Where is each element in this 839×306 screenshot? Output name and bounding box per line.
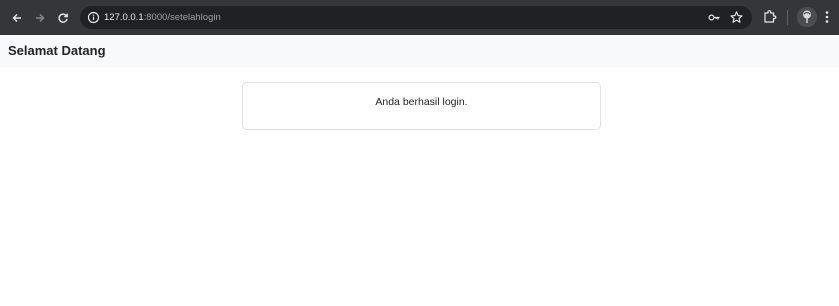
navbar-brand[interactable]: Selamat Datang [8,43,106,59]
profile-icon [797,7,817,27]
toolbar-divider [787,10,788,25]
avatar[interactable] [797,7,817,27]
address-bar[interactable]: 127.0.0.1:8000/setelahlogin [80,6,752,29]
url-text[interactable]: 127.0.0.1:8000/setelahlogin [104,11,221,24]
arrow-left-icon [12,14,21,22]
star-icon[interactable] [729,10,744,25]
reload-icon [58,13,68,23]
message-card: Anda berhasil login. [242,82,601,130]
navbar: Selamat Datang [0,35,839,67]
reload-button[interactable] [54,9,72,27]
browser-toolbar: 127.0.0.1:8000/setelahlogin [0,0,839,35]
url-host: 127.0.0.1 [104,12,144,23]
login-success-message: Anda berhasil login. [375,96,468,108]
forward-button[interactable] [31,9,49,27]
puzzle-icon[interactable] [762,9,778,25]
url-path: :8000/setelahlogin [143,12,221,23]
arrow-right-icon [36,14,45,22]
key-icon[interactable] [707,10,722,25]
back-button[interactable] [8,9,26,27]
kebab-menu-icon[interactable] [822,9,832,25]
info-icon[interactable] [86,10,101,25]
